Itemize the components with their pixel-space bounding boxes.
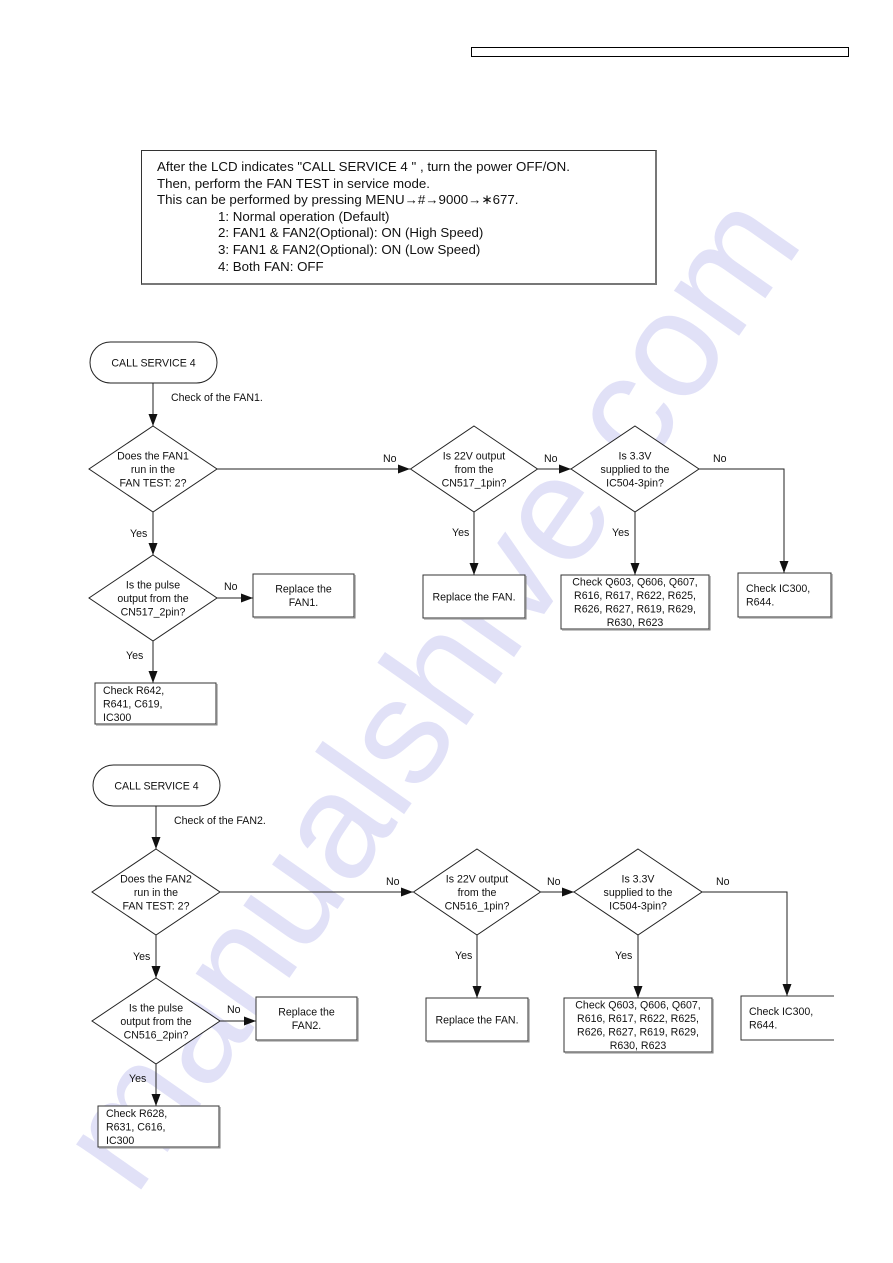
start-note: Check of the FAN1.	[171, 392, 263, 404]
start-terminal-text: CALL SERVICE 4	[111, 357, 195, 369]
decision-pulse-output-text-line: CN517_2pin?	[121, 606, 186, 618]
arrowhead-icon	[633, 986, 643, 998]
result-replace-fan-specific-text-line: Replace the	[275, 584, 332, 596]
start-terminal-text-line: CALL SERVICE 4	[114, 780, 198, 792]
result-check-ic300-text-line: Check IC300,	[749, 1006, 813, 1018]
yes-label: Yes	[126, 650, 143, 662]
decision-3v3-supply-text-line: IC504-3pin?	[606, 477, 664, 489]
result-replace-fan-specific-text-line: Replace the	[278, 1007, 335, 1019]
decision-pulse-output-text: Is the pulse output from theCN516_2pin?	[120, 1002, 191, 1041]
result-replace-fan-specific	[255, 996, 359, 1042]
result-check-ic300-text-line: R644.	[749, 1020, 777, 1032]
result-replace-fan-text-line: Replace the FAN.	[435, 1014, 518, 1026]
arrowhead-icon	[779, 561, 789, 573]
yes-label: Yes	[133, 951, 150, 963]
decision-pulse-output-text: Is the pulse output from theCN517_2pin?	[117, 579, 188, 618]
no-label: No	[383, 453, 397, 465]
no-label: No	[544, 453, 558, 465]
no-label: No	[386, 876, 400, 888]
result-replace-fan-text-line: Replace the FAN.	[432, 591, 515, 603]
arrowhead-icon	[148, 671, 158, 683]
decision-fan-runs-text-line: Does the FAN2	[120, 873, 192, 885]
decision-22v-output-text-line: from the	[458, 887, 497, 899]
decision-3v3-supply-text-line: supplied to the	[604, 887, 673, 899]
result-replace-fan-specific-text-line: FAN1.	[289, 597, 318, 609]
connector-line	[699, 468, 785, 573]
result-check-transistors-text-line: R630, R623	[607, 617, 664, 629]
decision-fan-runs-text-line: FAN TEST: 2?	[120, 477, 187, 489]
arrowhead-icon	[148, 414, 158, 426]
result-check-resistors-text-line: R641, C619,	[103, 698, 162, 710]
troubleshooting-flowcharts: manualshive.com CALL SERVICE 4Check of t…	[24, 164, 834, 1216]
result-check-ic300	[737, 572, 833, 619]
result-check-ic300-text-line: R644.	[746, 597, 774, 609]
arrowhead-icon	[151, 837, 161, 849]
yes-label: Yes	[452, 527, 469, 539]
yes-label: Yes	[612, 527, 629, 539]
no-label: No	[227, 1004, 241, 1016]
result-check-transistors-text-line: R626, R627, R619, R629,	[574, 604, 696, 616]
arrowhead-icon	[401, 887, 413, 897]
result-check-resistors-text-line: Check R642,	[103, 685, 164, 697]
arrowhead-icon	[630, 563, 640, 575]
result-check-transistors-text-line: R616, R617, R622, R625,	[577, 1013, 699, 1025]
arrowhead-icon	[562, 887, 574, 897]
arrowhead-icon	[398, 464, 410, 474]
no-label: No	[713, 453, 727, 465]
result-replace-fan-specific	[252, 573, 356, 619]
result-check-resistors-text-line: IC300	[106, 1135, 134, 1147]
decision-pulse-output-text-line: output from the	[117, 593, 188, 605]
decision-pulse-output-text-line: Is the pulse	[129, 1002, 183, 1014]
decision-22v-output-text-line: from the	[455, 464, 494, 476]
result-check-transistors-text-line: Check Q603, Q606, Q607,	[572, 577, 697, 589]
decision-22v-output-text-line: CN517_1pin?	[442, 477, 507, 489]
decision-pulse-output-text-line: CN516_2pin?	[124, 1029, 189, 1041]
result-check-transistors-text-line: R630, R623	[610, 1040, 667, 1052]
yes-label: Yes	[130, 528, 147, 540]
decision-pulse-output-text-line: output from the	[120, 1016, 191, 1028]
decision-22v-output-text-line: Is 22V output	[443, 450, 505, 462]
arrowhead-icon	[782, 984, 792, 996]
decision-pulse-output-text-line: Is the pulse	[126, 579, 180, 591]
result-check-resistors-text-line: Check R628,	[106, 1108, 167, 1120]
decision-fan-runs-text-line: FAN TEST: 2?	[123, 900, 190, 912]
result-replace-fan-text: Replace the FAN.	[435, 1014, 518, 1026]
arrowhead-icon	[241, 593, 253, 603]
start-terminal-text: CALL SERVICE 4	[114, 780, 198, 792]
connector-line	[702, 891, 788, 996]
yes-label: Yes	[615, 950, 632, 962]
yes-label: Yes	[129, 1073, 146, 1085]
start-note: Check of the FAN2.	[174, 815, 266, 827]
decision-22v-output-text-line: Is 22V output	[446, 873, 508, 885]
decision-3v3-supply-text-line: Is 3.3V	[622, 873, 656, 885]
decision-3v3-supply-text-line: supplied to the	[601, 464, 670, 476]
arrowhead-icon	[472, 986, 482, 998]
yes-label: Yes	[455, 950, 472, 962]
result-replace-fan-text: Replace the FAN.	[432, 591, 515, 603]
result-check-ic300-text-line: Check IC300,	[746, 583, 810, 595]
arrowhead-icon	[148, 543, 158, 555]
result-check-resistors-text-line: IC300	[103, 712, 131, 724]
decision-fan-runs-text-line: run in the	[134, 887, 178, 899]
decision-22v-output-text-line: CN516_1pin?	[445, 900, 510, 912]
decision-fan-runs-text-line: Does the FAN1	[117, 450, 189, 462]
start-terminal-text-line: CALL SERVICE 4	[111, 357, 195, 369]
decision-3v3-supply-text-line: IC504-3pin?	[609, 900, 667, 912]
result-check-transistors-text-line: R616, R617, R622, R625,	[574, 590, 696, 602]
decision-fan-runs-text-line: run in the	[131, 464, 175, 476]
result-check-transistors-text-line: R626, R627, R619, R629,	[577, 1027, 699, 1039]
decision-3v3-supply-text-line: Is 3.3V	[619, 450, 653, 462]
no-label: No	[224, 581, 238, 593]
result-check-resistors-text-line: R631, C616,	[106, 1121, 165, 1133]
result-check-transistors-text-line: Check Q603, Q606, Q607,	[575, 1000, 700, 1012]
result-replace-fan-specific-text-line: FAN2.	[292, 1020, 321, 1032]
no-label: No	[716, 876, 730, 888]
no-label: No	[547, 876, 561, 888]
